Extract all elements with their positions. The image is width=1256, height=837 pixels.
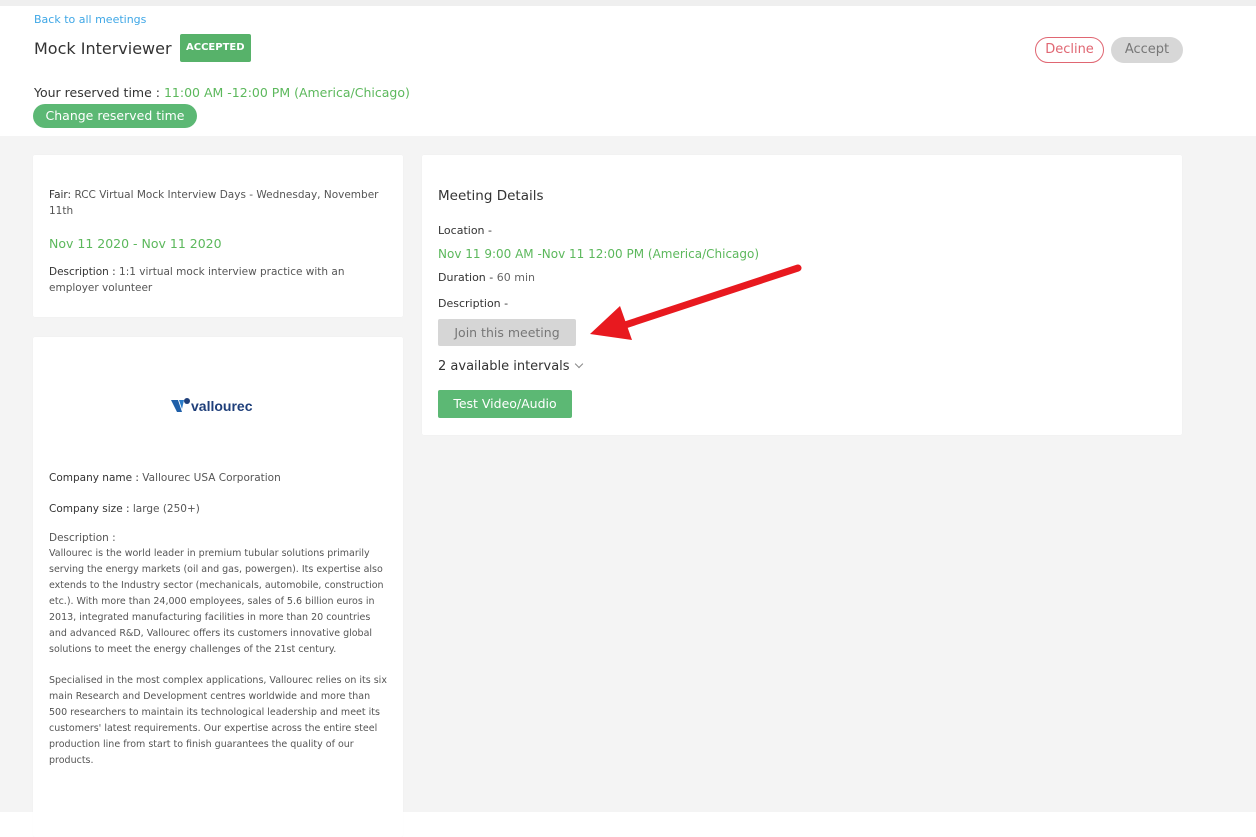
company-description-paragraph: Vallourec is the world leader in premium… — [49, 548, 384, 655]
company-info-card: vallourec Company name : Vallourec USA C… — [33, 337, 403, 837]
meeting-time: Nov 11 9:00 AM -Nov 11 12:00 PM (America… — [438, 247, 760, 261]
meeting-details-title: Meeting Details — [438, 188, 544, 204]
logo-wordmark: vallourec — [191, 398, 253, 414]
company-description-label: Description : — [49, 532, 116, 544]
page-title: Mock Interviewer — [34, 39, 172, 58]
company-name: Company name : Vallourec USA Corporation — [49, 472, 281, 484]
company-size-label: Company size : — [49, 503, 130, 515]
fair-name: Fair: RCC Virtual Mock Interview Days - … — [49, 187, 379, 219]
fair-info-card: Fair: RCC Virtual Mock Interview Days - … — [33, 155, 403, 317]
location-label: Location - — [438, 224, 492, 237]
duration-value: 60 min — [496, 271, 535, 284]
company-size-value: large (250+) — [132, 503, 200, 515]
company-description: Vallourec is the world leader in premium… — [49, 546, 389, 784]
available-intervals-toggle[interactable]: 2 available intervals — [438, 359, 583, 374]
back-to-meetings-link[interactable]: Back to all meetings — [34, 13, 146, 26]
chevron-down-icon — [574, 359, 583, 369]
main-content: Fair: RCC Virtual Mock Interview Days - … — [0, 136, 1256, 837]
reserved-time-value: 11:00 AM -12:00 PM (America/Chicago) — [163, 85, 410, 100]
company-name-value: Vallourec USA Corporation — [142, 472, 281, 484]
reserved-time-line: Your reserved time : 11:00 AM -12:00 PM … — [34, 85, 410, 100]
test-video-audio-button[interactable]: Test Video/Audio — [438, 390, 572, 418]
reserved-time-label: Your reserved time : — [34, 85, 160, 100]
vallourec-logo-mark-icon — [171, 398, 190, 412]
fair-description-label: Description : — [49, 266, 116, 278]
duration-label: Duration - — [438, 271, 494, 284]
fair-name-value: RCC Virtual Mock Interview Days - Wednes… — [49, 189, 379, 217]
decline-button[interactable]: Decline — [1035, 37, 1104, 63]
join-meeting-button[interactable]: Join this meeting — [438, 319, 576, 346]
change-reserved-time-button[interactable]: Change reserved time — [33, 104, 197, 128]
red-arrow-annotation-icon — [590, 264, 802, 340]
fair-label: Fair: — [49, 189, 72, 201]
company-logo: vallourec — [171, 393, 271, 421]
status-badge: ACCEPTED — [180, 34, 251, 62]
duration-line: Duration - 60 min — [438, 271, 535, 284]
company-size: Company size : large (250+) — [49, 503, 200, 515]
company-description-paragraph: Specialised in the most complex applicat… — [49, 675, 387, 766]
fair-description: Description : 1:1 virtual mock interview… — [49, 264, 379, 296]
accept-button[interactable]: Accept — [1111, 37, 1183, 63]
company-name-label: Company name : — [49, 472, 139, 484]
page-header: Back to all meetings Mock Interviewer AC… — [0, 6, 1256, 136]
fair-dates: Nov 11 2020 - Nov 11 2020 — [49, 236, 222, 251]
meeting-description-label: Description - — [438, 297, 509, 310]
intervals-label: 2 available intervals — [438, 359, 570, 374]
